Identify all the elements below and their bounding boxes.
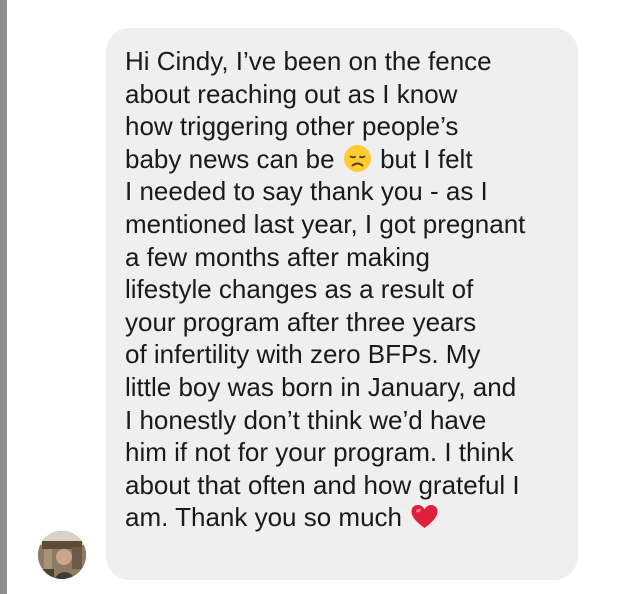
message-line: him if not for your program. I think: [125, 437, 514, 468]
avatar[interactable]: [38, 531, 86, 579]
disappointed-face-icon: [343, 144, 372, 173]
red-heart-icon: [410, 502, 439, 531]
message-line: of infertility with zero BFPs. My: [125, 339, 481, 370]
message-line: Hi Cindy, I’ve been on the fence: [125, 46, 492, 76]
message-line: mentioned last year, I got pregnant: [125, 208, 526, 239]
message-line: a few months after making: [125, 241, 430, 272]
message-line: how triggering other people’s: [125, 111, 459, 142]
message-line: your program after three years: [125, 306, 477, 337]
message-line: about reaching out as I know: [125, 78, 458, 109]
message-line: about that often and how grateful I: [125, 469, 520, 500]
message-line-segment: but I felt: [380, 143, 473, 174]
message-line: baby news can be but I felt: [125, 143, 525, 176]
message-line: I honestly don’t think we’d have: [125, 404, 487, 435]
message-line: am. Thank you so much: [125, 501, 525, 534]
message-line-segment: am. Thank you so much: [125, 502, 402, 533]
message-line: lifestyle changes as a result of: [125, 274, 474, 305]
message-bubble[interactable]: Hi Cindy, I’ve been on the fence about r…: [106, 28, 578, 580]
message-line: I needed to say thank you - as I: [125, 176, 488, 207]
window-edge: [0, 0, 7, 594]
message-line: little boy was born in January, and: [125, 371, 517, 402]
message-text: Hi Cindy, I’ve been on the fence about r…: [125, 45, 525, 534]
message-line-segment: baby news can be: [125, 143, 335, 174]
